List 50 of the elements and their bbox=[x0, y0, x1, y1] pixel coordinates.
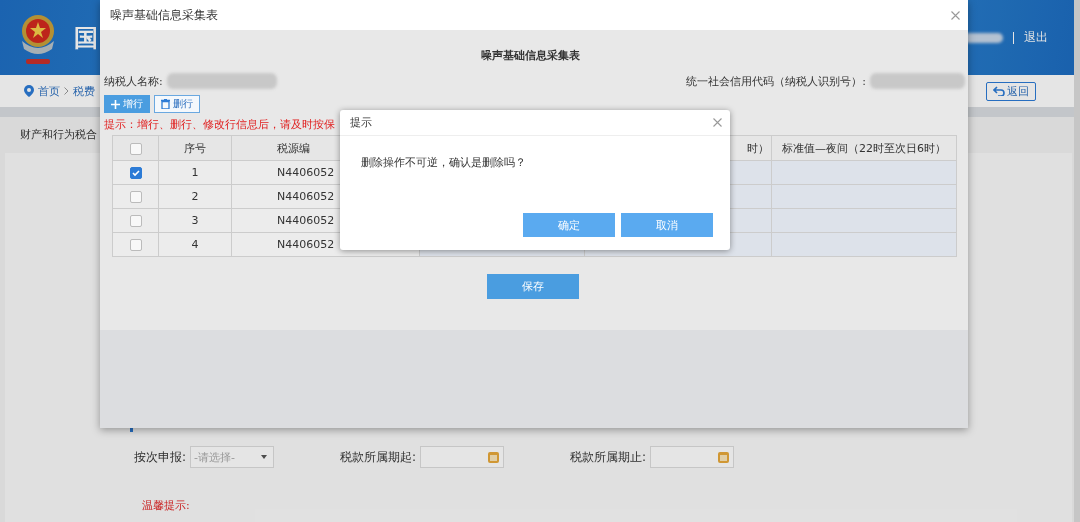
column-header: 时） bbox=[746, 140, 770, 156]
input-cell[interactable] bbox=[771, 232, 957, 257]
row-checkbox[interactable] bbox=[129, 167, 142, 179]
window-title: 噪声基础信息采集表 bbox=[110, 6, 218, 24]
dialog-message: 删除操作不可逆，确认是删除吗？ bbox=[361, 155, 527, 170]
notice-text: 提示：增行、删行、修改行信息后，请及时按保 bbox=[104, 118, 335, 132]
dialog-title: 提示 bbox=[350, 115, 372, 130]
warning-title: 温馨提示: bbox=[142, 498, 191, 513]
breadcrumb-link[interactable]: 首页 bbox=[38, 83, 60, 99]
field-label: 纳税人名称: bbox=[104, 73, 163, 89]
calendar-icon bbox=[718, 451, 730, 463]
location-pin-icon bbox=[24, 85, 34, 97]
form-heading: 噪声基础信息采集表 bbox=[480, 48, 581, 63]
column-header: 税源编 bbox=[276, 140, 311, 156]
input-cell[interactable] bbox=[771, 160, 957, 185]
site-title: 国 bbox=[74, 22, 98, 54]
separator-bar bbox=[1013, 31, 1014, 44]
close-icon[interactable] bbox=[713, 118, 722, 127]
chevron-icon bbox=[64, 87, 69, 95]
delete-row-button[interactable]: 删行 bbox=[154, 95, 200, 113]
back-button[interactable]: 返回 bbox=[986, 81, 1036, 101]
column-header: 标准值—夜间（22时至次日6时） bbox=[771, 135, 957, 161]
table-cell-text: N4406052 bbox=[276, 166, 336, 179]
trash-icon bbox=[161, 99, 170, 109]
date-field[interactable] bbox=[650, 446, 735, 468]
date-field[interactable] bbox=[420, 446, 505, 468]
close-icon[interactable] bbox=[951, 10, 960, 20]
calendar-icon bbox=[488, 451, 500, 463]
add-row-button[interactable]: 增行 bbox=[104, 95, 150, 113]
input-cell[interactable] bbox=[771, 208, 957, 233]
table-cell-text: N4406052 bbox=[276, 190, 336, 203]
table-cell-text: N4406052 bbox=[276, 214, 336, 227]
field-label: 统一社会信用代码（纳税人识别号）: bbox=[686, 73, 866, 89]
row-checkbox[interactable] bbox=[129, 239, 142, 251]
select-all-checkbox[interactable] bbox=[129, 142, 142, 155]
field-label: 按次申报: bbox=[134, 448, 187, 466]
save-button[interactable]: 保存 bbox=[486, 274, 579, 299]
table-cell-text: N4406052 bbox=[276, 238, 336, 251]
column-header: 序号 bbox=[158, 135, 232, 161]
row-checkbox[interactable] bbox=[129, 191, 142, 203]
plus-icon bbox=[111, 99, 120, 109]
scrollbar[interactable] bbox=[1074, 0, 1080, 522]
breadcrumb-link[interactable]: 税费 bbox=[73, 83, 95, 99]
input-cell[interactable] bbox=[771, 184, 957, 209]
field-label: 税款所属期止: bbox=[570, 448, 647, 466]
return-arrow-icon bbox=[993, 86, 1005, 96]
logout-link[interactable]: 退出 bbox=[1024, 29, 1048, 46]
field-label: 税款所属期起: bbox=[340, 448, 417, 466]
row-checkbox[interactable] bbox=[129, 215, 142, 227]
page-tab[interactable]: 财产和行为税合 bbox=[20, 128, 97, 142]
